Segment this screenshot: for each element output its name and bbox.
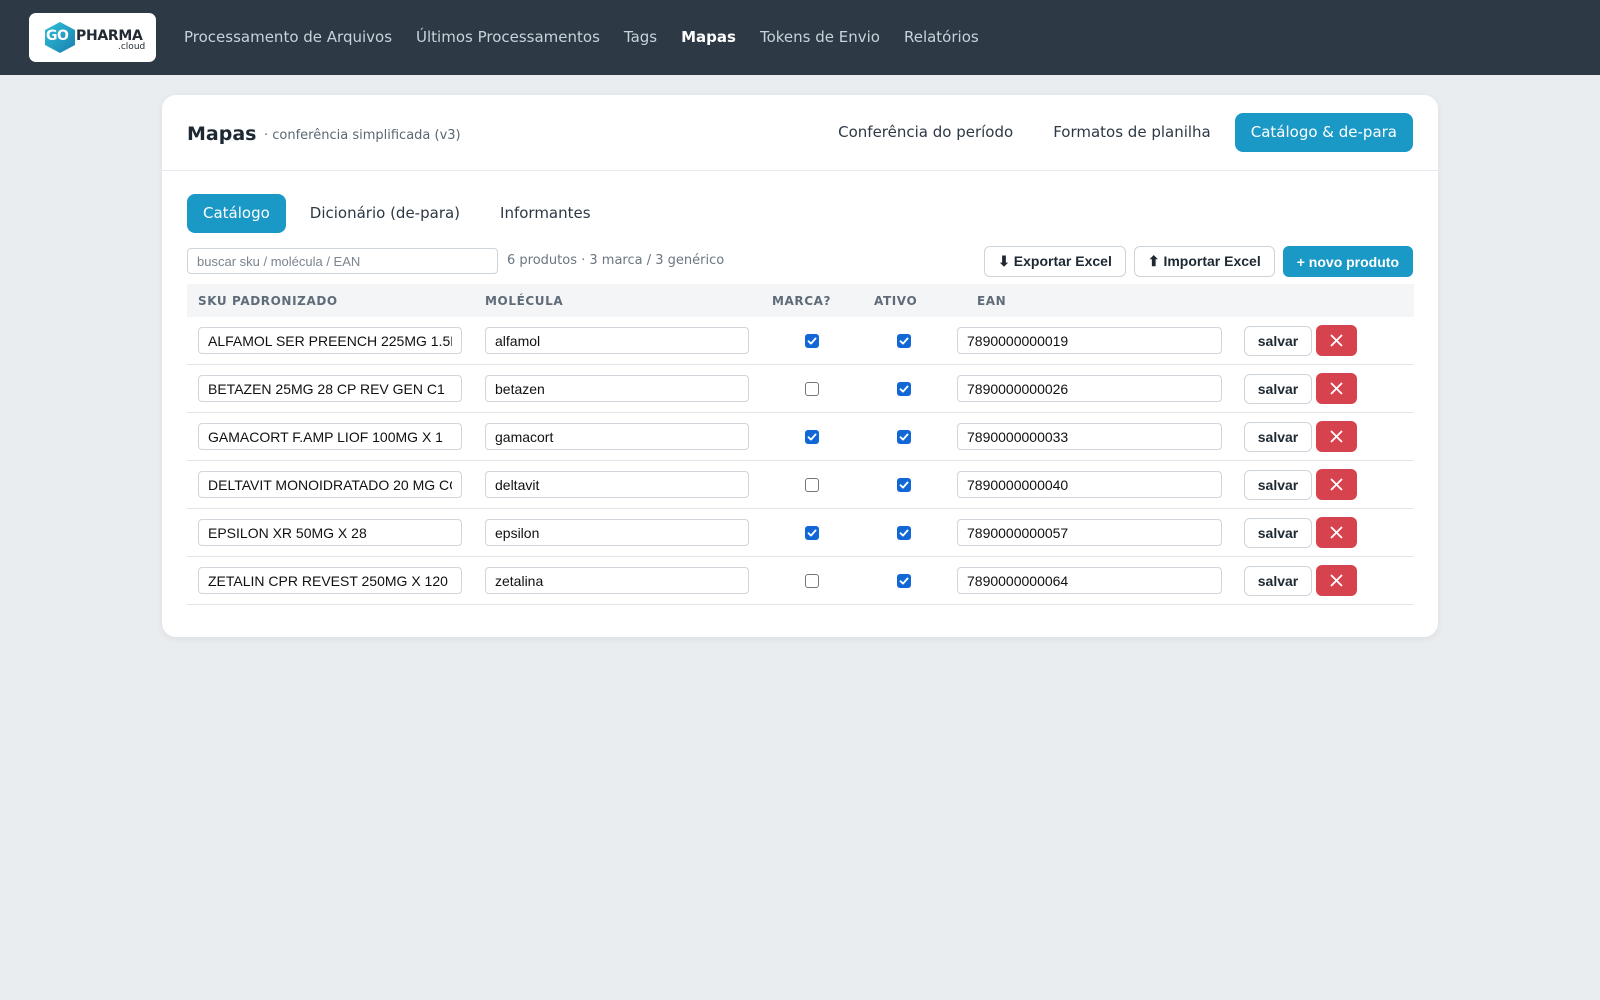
sub-tab-1[interactable]: Dicionário (de-para) <box>294 194 476 233</box>
sku-field[interactable] <box>198 423 462 450</box>
molecula-field[interactable] <box>485 327 749 354</box>
ativo-checkbox[interactable] <box>897 430 911 444</box>
save-row-button[interactable]: salvar <box>1244 470 1312 500</box>
logo-cloud-text: .cloud <box>118 42 146 52</box>
gopharma-logo[interactable]: GO PHARMA .cloud <box>29 13 156 62</box>
ean-field[interactable] <box>957 375 1222 402</box>
top-navbar: GO PHARMA .cloud Processamento de Arquiv… <box>0 0 1600 75</box>
products-summary: 6 produtos · 3 marca / 3 genérico <box>507 253 725 268</box>
ean-field[interactable] <box>957 327 1222 354</box>
column-header-ean: EAN <box>977 294 1007 308</box>
table-row: salvar <box>187 365 1414 413</box>
table-row: salvar <box>187 461 1414 509</box>
molecula-field[interactable] <box>485 567 749 594</box>
ean-field[interactable] <box>957 471 1222 498</box>
mapas-card: Mapas · conferência simplificada (v3) Co… <box>162 95 1438 637</box>
table-row: salvar <box>187 509 1414 557</box>
delete-row-button[interactable] <box>1316 565 1357 596</box>
ean-field[interactable] <box>957 519 1222 546</box>
ativo-checkbox[interactable] <box>897 382 911 396</box>
marca-checkbox[interactable] <box>805 430 819 444</box>
delete-row-button[interactable] <box>1316 325 1357 356</box>
ativo-checkbox[interactable] <box>897 526 911 540</box>
column-header-marca: MARCA? <box>772 294 832 308</box>
delete-row-button[interactable] <box>1316 517 1357 548</box>
marca-checkbox[interactable] <box>805 478 819 492</box>
search-input[interactable] <box>187 248 498 274</box>
molecula-field[interactable] <box>485 471 749 498</box>
sku-field[interactable] <box>198 375 462 402</box>
sku-field[interactable] <box>198 567 462 594</box>
sku-field[interactable] <box>198 471 462 498</box>
nav-item-0[interactable]: Processamento de Arquivos <box>184 28 392 46</box>
table-row: salvar <box>187 557 1414 605</box>
sub-tab-0[interactable]: Catálogo <box>187 194 286 233</box>
table-body: salvar salvar salvar salvar salvar salvar <box>187 317 1414 605</box>
save-row-button[interactable]: salvar <box>1244 374 1312 404</box>
sku-field[interactable] <box>198 519 462 546</box>
ativo-checkbox[interactable] <box>897 334 911 348</box>
table-header: SKU PADRONIZADO MOLÉCULA MARCA? ATIVO EA… <box>187 284 1414 317</box>
marca-checkbox[interactable] <box>805 574 819 588</box>
column-header-ativo: ATIVO <box>874 294 918 308</box>
table-row: salvar <box>187 413 1414 461</box>
sku-field[interactable] <box>198 327 462 354</box>
molecula-field[interactable] <box>485 519 749 546</box>
catalog-sub-tabs: Catálogo Dicionário (de-para) Informantes <box>187 194 615 233</box>
export-excel-button[interactable]: ⬇ Exportar Excel <box>984 246 1126 277</box>
nav-item-5[interactable]: Relatórios <box>904 28 979 46</box>
save-row-button[interactable]: salvar <box>1244 422 1312 452</box>
nav-item-1[interactable]: Últimos Processamentos <box>416 28 600 46</box>
column-header-molecula: MOLÉCULA <box>485 294 564 308</box>
ean-field[interactable] <box>957 567 1222 594</box>
save-row-button[interactable]: salvar <box>1244 518 1312 548</box>
ean-field[interactable] <box>957 423 1222 450</box>
marca-checkbox[interactable] <box>805 382 819 396</box>
page-subtitle: · conferência simplificada (v3) <box>264 128 461 143</box>
ativo-checkbox[interactable] <box>897 478 911 492</box>
table-row: salvar <box>187 317 1414 365</box>
import-excel-button[interactable]: ⬆ Importar Excel <box>1133 246 1275 277</box>
save-row-button[interactable]: salvar <box>1244 566 1312 596</box>
nav-item-3[interactable]: Mapas <box>681 28 736 46</box>
molecula-field[interactable] <box>485 423 749 450</box>
main-nav: Processamento de Arquivos Últimos Process… <box>184 28 1003 46</box>
sub-tab-2[interactable]: Informantes <box>484 194 607 233</box>
molecula-field[interactable] <box>485 375 749 402</box>
card-header: Mapas · conferência simplificada (v3) Co… <box>162 95 1438 171</box>
marca-checkbox[interactable] <box>805 334 819 348</box>
header-tab-2[interactable]: Catálogo & de-para <box>1234 113 1413 152</box>
nav-item-2[interactable]: Tags <box>624 28 657 46</box>
page-title: Mapas <box>187 123 257 145</box>
header-tabs: Conferência do período Formatos de planil… <box>814 113 1413 152</box>
delete-row-button[interactable] <box>1316 421 1357 452</box>
header-tab-1[interactable]: Formatos de planilha <box>1037 113 1227 152</box>
save-row-button[interactable]: salvar <box>1244 326 1312 356</box>
marca-checkbox[interactable] <box>805 526 819 540</box>
ativo-checkbox[interactable] <box>897 574 911 588</box>
logo-go-text: GO <box>46 28 69 44</box>
catalog-table: SKU PADRONIZADO MOLÉCULA MARCA? ATIVO EA… <box>187 284 1414 605</box>
delete-row-button[interactable] <box>1316 469 1357 500</box>
header-tab-0[interactable]: Conferência do período <box>822 113 1029 152</box>
new-product-button[interactable]: + novo produto <box>1282 246 1413 277</box>
toolbar-actions: ⬇ Exportar Excel ⬆ Importar Excel + novo… <box>976 246 1413 277</box>
nav-item-4[interactable]: Tokens de Envio <box>760 28 880 46</box>
column-header-sku: SKU PADRONIZADO <box>198 294 338 308</box>
delete-row-button[interactable] <box>1316 373 1357 404</box>
